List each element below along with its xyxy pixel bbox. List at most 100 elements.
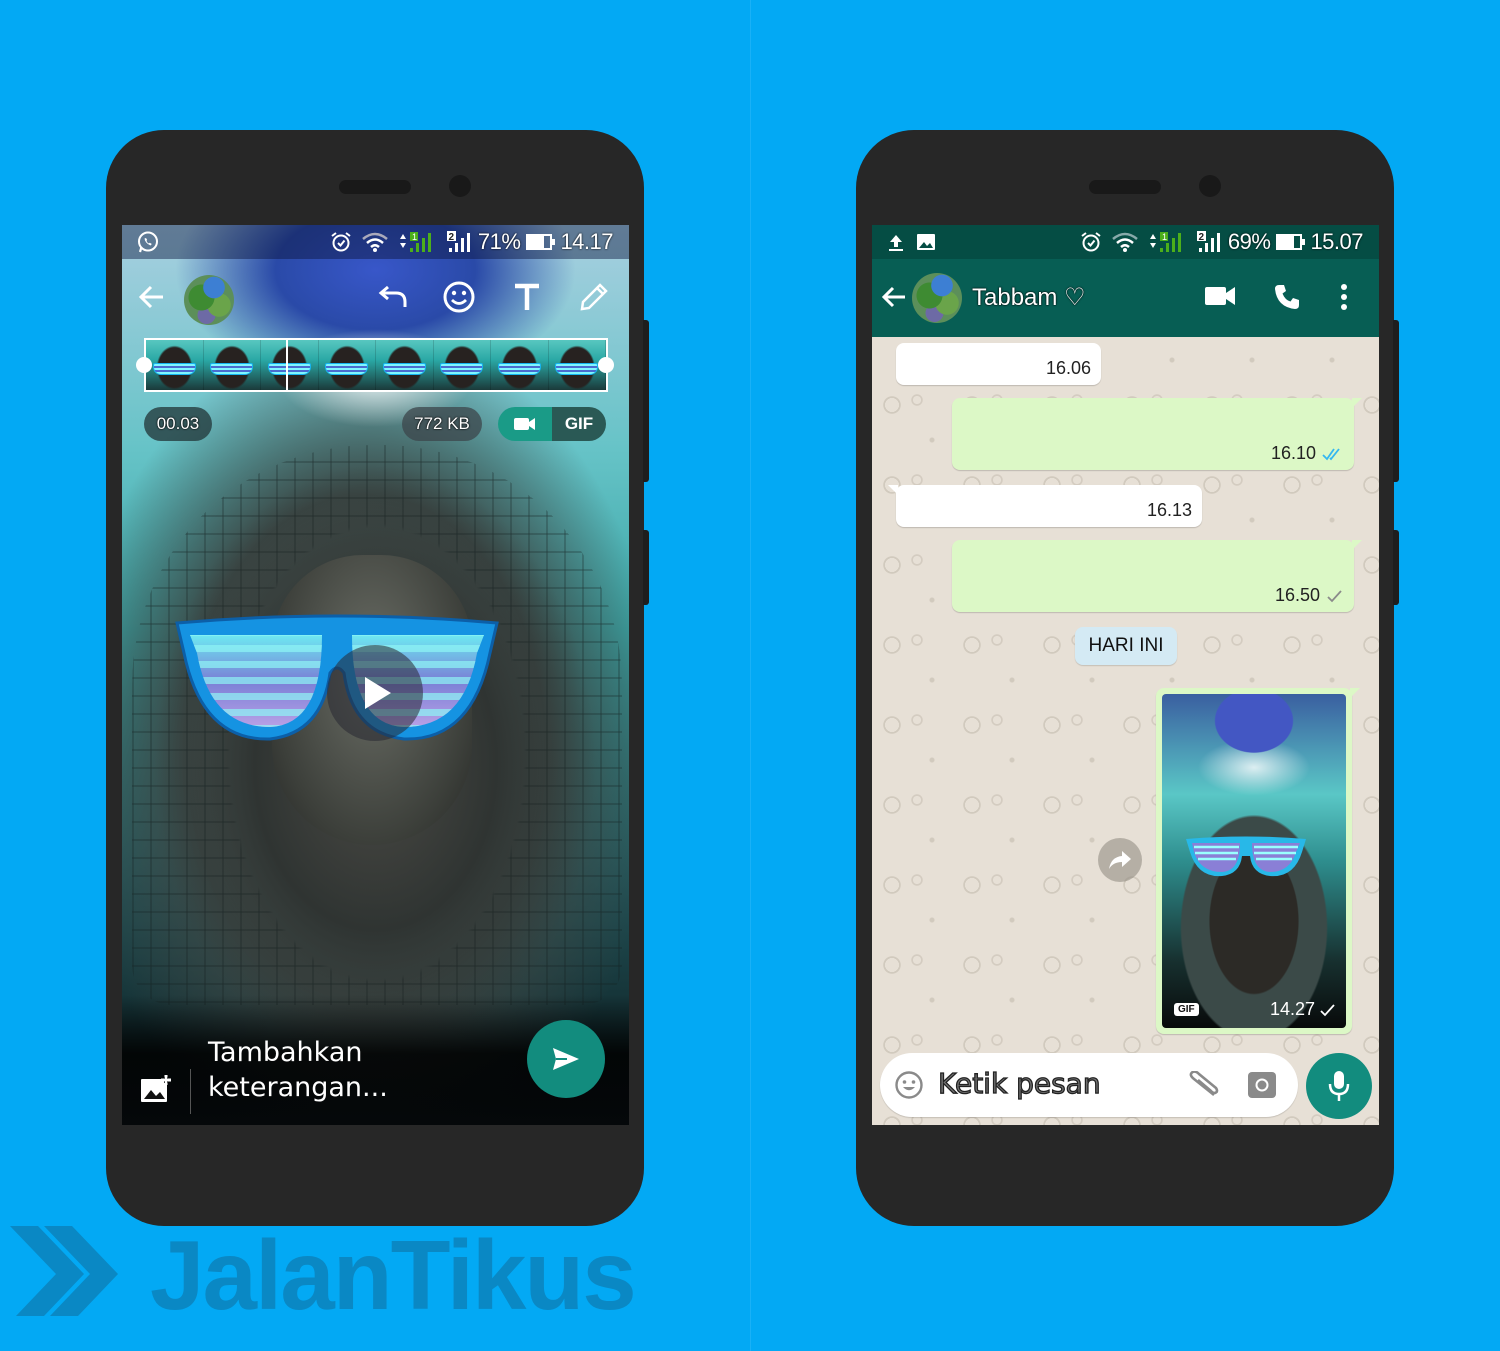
voice-record-button[interactable] — [1306, 1053, 1372, 1119]
gif-editor-screen: 1 2 71% 14.17 00.03 772 KB GIF Tambahkan… — [122, 225, 629, 1125]
draw-button[interactable] — [572, 275, 616, 319]
alarm-icon — [1080, 231, 1102, 253]
arrow-back-icon — [138, 285, 163, 309]
trimmer-frame — [433, 340, 491, 390]
clock: 15.07 — [1310, 229, 1363, 254]
camera-button[interactable] — [1248, 1072, 1276, 1103]
gif-sunglasses — [1186, 836, 1306, 877]
gif-thumbnail[interactable]: GIF 14.27 — [1162, 694, 1346, 1028]
earpiece-speaker — [339, 180, 411, 194]
duration-badge: 00.03 — [144, 407, 212, 441]
voice-call-button[interactable] — [1273, 283, 1301, 316]
message-time: 16.13 — [1146, 500, 1192, 520]
contact-avatar[interactable] — [184, 275, 234, 325]
status-bar: 1 2 69% 15.07 — [872, 225, 1379, 259]
sim2-signal-icon: 2 — [1196, 230, 1222, 254]
back-button[interactable] — [880, 283, 908, 316]
trimmer-frame — [376, 340, 434, 390]
video-gif-toggle[interactable]: GIF — [498, 407, 606, 441]
attach-button[interactable] — [1186, 1070, 1220, 1104]
message-input[interactable] — [938, 1067, 1178, 1100]
send-button[interactable] — [527, 1020, 605, 1098]
video-mode-option[interactable] — [498, 407, 552, 441]
phone-right: 1 2 69% 15.07 Tabbam ♡ 16.06 16.10 16.13… — [856, 130, 1399, 1226]
emoji-icon — [895, 1071, 923, 1099]
whatsapp-icon — [136, 230, 160, 254]
back-button[interactable] — [130, 275, 174, 319]
video-call-button[interactable] — [1204, 283, 1236, 314]
play-icon — [365, 677, 391, 709]
power-button — [1393, 530, 1399, 605]
more-vert-icon — [1341, 284, 1347, 310]
videocam-icon — [514, 418, 535, 430]
message-time: 16.10 — [1270, 443, 1316, 463]
videocam-icon — [1205, 287, 1235, 305]
power-button — [643, 530, 649, 605]
battery-icon — [526, 234, 556, 250]
emoji-button[interactable] — [437, 275, 481, 319]
message-outgoing[interactable]: 16.10 — [952, 398, 1362, 470]
message-time: 16.06 — [1045, 358, 1091, 378]
status-bar: 1 2 71% 14.17 — [122, 225, 629, 259]
wifi-icon — [362, 232, 388, 252]
message-incoming[interactable]: 16.06 — [896, 343, 1101, 385]
attach-icon — [1189, 1070, 1219, 1097]
caption-separator — [190, 1069, 191, 1114]
volume-button — [1393, 320, 1399, 482]
caption-bar: Tambahkan keterangan... — [122, 1015, 629, 1125]
trimmer-playhead[interactable] — [286, 338, 288, 392]
phone-icon — [1275, 285, 1299, 309]
alarm-icon — [330, 231, 352, 253]
message-time: 16.50 — [1274, 585, 1320, 605]
trim-start-handle[interactable] — [136, 357, 152, 373]
add-image-button[interactable] — [140, 1075, 172, 1103]
arrow-back-icon — [881, 286, 905, 308]
contact-name[interactable]: Tabbam ♡ — [972, 283, 1086, 312]
phone-left: 1 2 71% 14.17 00.03 772 KB GIF Tambahkan… — [106, 130, 649, 1226]
undo-icon — [378, 285, 407, 307]
more-options-button[interactable] — [1340, 283, 1348, 316]
contact-avatar[interactable] — [912, 273, 962, 323]
sent-tick-icon — [1327, 589, 1342, 602]
emoji-button[interactable] — [894, 1070, 924, 1105]
chat-screen: 1 2 69% 15.07 Tabbam ♡ 16.06 16.10 16.13… — [872, 225, 1379, 1125]
trimmer-frame — [491, 340, 549, 390]
mic-icon — [1328, 1071, 1350, 1101]
earpiece-speaker — [1089, 180, 1161, 194]
battery-percent: 69% — [1227, 229, 1271, 254]
svg-text:2: 2 — [1198, 232, 1204, 243]
message-incoming[interactable]: 16.13 — [888, 485, 1202, 527]
text-icon — [515, 283, 539, 310]
message-time: 14.27 — [1269, 999, 1315, 1019]
gif-mode-option[interactable]: GIF — [552, 407, 606, 441]
play-button[interactable] — [327, 645, 423, 741]
wifi-icon — [1112, 232, 1138, 252]
caption-input[interactable]: Tambahkan keterangan... — [208, 1035, 388, 1105]
trim-end-handle[interactable] — [598, 357, 614, 373]
upload-icon — [886, 232, 906, 252]
trimmer-frame — [146, 340, 204, 390]
svg-text:1: 1 — [412, 232, 417, 242]
battery-icon — [1276, 234, 1306, 250]
video-trimmer[interactable] — [144, 338, 608, 392]
sim1-signal-icon: 1 — [398, 230, 434, 254]
editor-toolbar — [122, 267, 629, 327]
watermark-text: JalanTikus — [150, 1220, 637, 1330]
chat-app-bar: Tabbam ♡ — [872, 259, 1379, 337]
text-button[interactable] — [505, 275, 549, 319]
file-size-badge: 772 KB — [402, 407, 482, 441]
forward-icon — [1109, 851, 1131, 869]
sim1-signal-icon: 1 — [1148, 230, 1184, 254]
caption-placeholder-line1: Tambahkan — [208, 1037, 363, 1068]
message-outgoing[interactable]: 16.50 — [952, 540, 1362, 612]
front-camera — [1199, 175, 1221, 197]
svg-text:1: 1 — [1162, 232, 1167, 242]
undo-button[interactable] — [372, 275, 416, 319]
forward-button[interactable] — [1098, 838, 1142, 882]
clock: 14.17 — [560, 229, 613, 254]
emoji-icon — [443, 281, 475, 313]
front-camera — [449, 175, 471, 197]
trimmer-frame — [261, 340, 319, 390]
gif-message[interactable]: GIF 14.27 — [1156, 688, 1360, 1034]
add-photo-icon — [141, 1075, 171, 1102]
